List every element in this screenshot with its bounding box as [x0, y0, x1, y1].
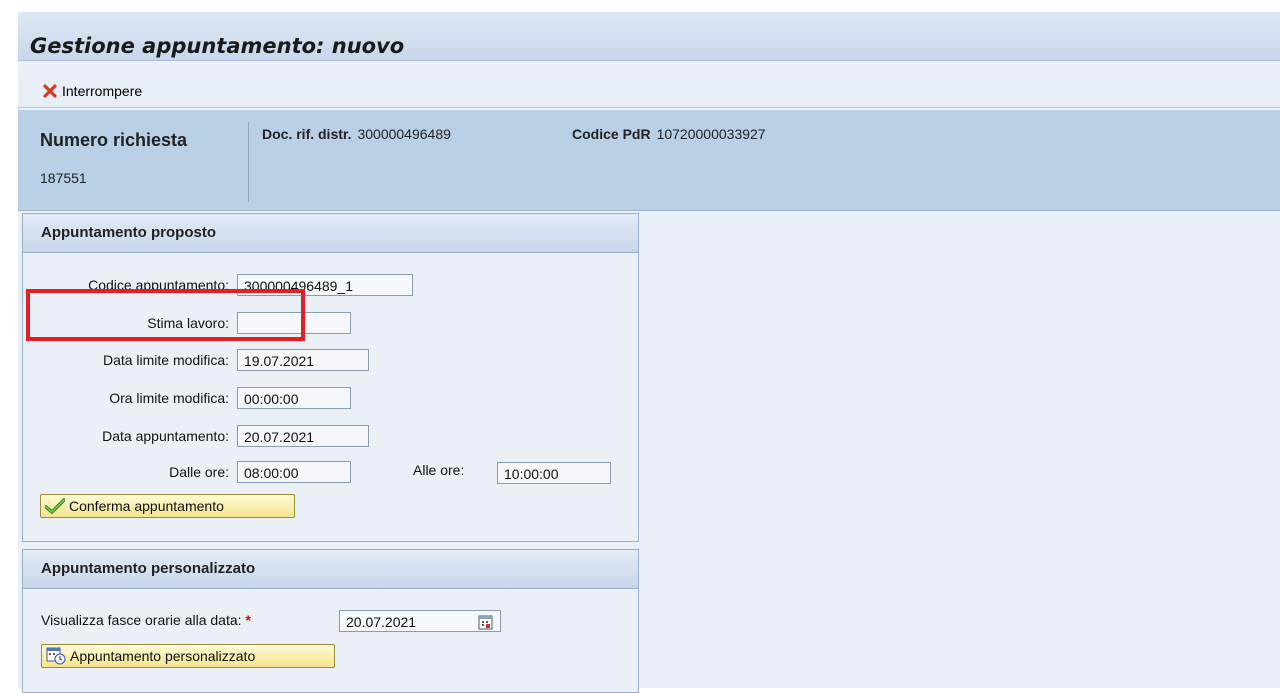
page-title: Gestione appuntamento: nuovo — [30, 34, 405, 58]
limit-date-label: Data limite modifica: — [102, 352, 229, 368]
request-header: Numero richiesta 187551 Doc. rif. distr.… — [18, 110, 1280, 211]
cancel-button[interactable]: Interrompere — [42, 81, 142, 101]
proposed-panel-title: Appuntamento proposto — [23, 214, 638, 253]
appointment-date-label: Data appuntamento: — [102, 428, 229, 444]
limit-date-field[interactable]: 19.07.2021 — [237, 349, 369, 371]
proposed-appointment-panel: Appuntamento proposto Codice appuntament… — [22, 213, 639, 542]
confirm-appointment-label: Conferma appuntamento — [69, 498, 224, 514]
to-time-label: Alle ore: — [413, 462, 465, 478]
to-time-field[interactable]: 10:00:00 — [497, 462, 611, 484]
view-slots-date-label: Visualizza fasce orarie alla data: * — [41, 612, 251, 628]
doc-ref-label: Doc. rif. distr. — [262, 126, 352, 142]
pdr-code-value: 10720000033927 — [656, 126, 766, 142]
custom-appointment-button[interactable]: Appuntamento personalizzato — [41, 644, 335, 668]
custom-appointment-label: Appuntamento personalizzato — [70, 648, 256, 664]
request-number-value: 187551 — [40, 170, 87, 186]
cancel-button-label: Interrompere — [62, 83, 143, 99]
doc-ref-field: Doc. rif. distr. 300000496489 — [262, 126, 451, 142]
view-slots-date-field[interactable]: 20.07.2021 — [339, 610, 501, 632]
from-time-label: Dalle ore: — [169, 464, 229, 480]
pdr-code-field: Codice PdR 10720000033927 — [572, 126, 766, 142]
appointment-date-field[interactable]: 20.07.2021 — [237, 425, 369, 447]
close-icon — [42, 83, 58, 99]
limit-time-label: Ora limite modifica: — [109, 390, 229, 406]
calendar-clock-icon — [46, 647, 66, 665]
from-time-field[interactable]: 08:00:00 — [237, 461, 351, 483]
request-number-label: Numero richiesta — [40, 130, 188, 150]
highlight-box — [26, 289, 305, 341]
title-bar: Gestione appuntamento: nuovo — [18, 12, 1280, 61]
confirm-appointment-button[interactable]: Conferma appuntamento — [40, 494, 295, 518]
calendar-icon[interactable] — [478, 614, 494, 635]
app-window: Gestione appuntamento: nuovo Interromper… — [18, 12, 1280, 693]
custom-appointment-panel: Appuntamento personalizzato Visualizza f… — [22, 549, 639, 693]
pdr-code-label: Codice PdR — [572, 126, 651, 142]
toolbar: Interrompere — [18, 73, 1280, 108]
custom-panel-title: Appuntamento personalizzato — [23, 550, 638, 589]
limit-time-field[interactable]: 00:00:00 — [237, 387, 351, 409]
doc-ref-value: 300000496489 — [357, 126, 451, 142]
header-divider — [248, 122, 249, 202]
checkmark-icon — [45, 498, 65, 514]
